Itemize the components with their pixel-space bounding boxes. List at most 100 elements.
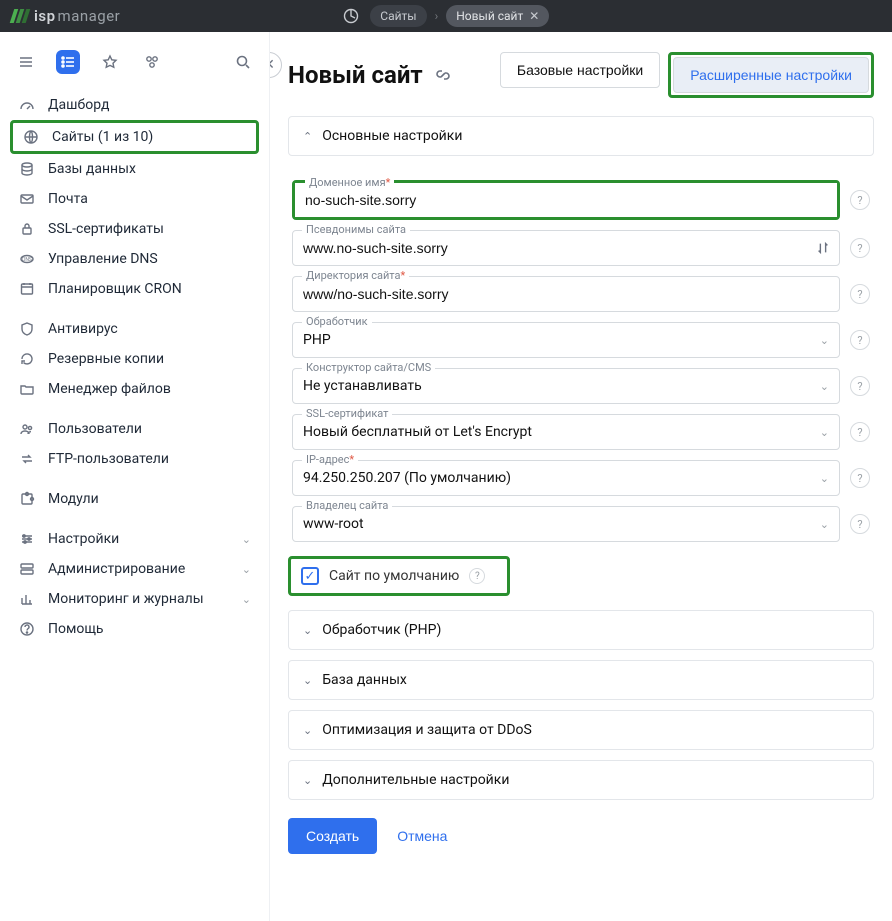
globe-icon [22,128,40,146]
sidebar-item-label: Антивирус [48,321,118,337]
lock-icon [18,220,36,238]
sidebar-item-label: Резервные копии [48,351,164,367]
sidebar-item-monitoring[interactable]: Мониторинг и журналы ⌄ [10,584,259,614]
field-owner: Владелец сайта www-root⌄ [292,506,840,542]
checkbox-default-site-row[interactable]: ✓ Сайт по умолчанию ? [301,567,485,585]
sidebar-item-label: Сайты (1 из 10) [52,129,153,145]
highlight-default-site: ✓ Сайт по умолчанию ? [288,556,510,596]
sidebar-item-dns[interactable]: DNS Управление DNS [10,244,259,274]
label-handler: Обработчик [302,315,372,328]
brand-prefix: isp [34,7,56,25]
tab-basic-settings[interactable]: Базовые настройки [500,52,660,88]
search-icon[interactable] [231,50,255,74]
panel-title: Основные настройки [322,128,462,144]
chevron-down-icon: ⌄ [820,380,829,393]
sidebar-item-ssl[interactable]: SSL-сертификаты [10,214,259,244]
help-aliases[interactable]: ? [850,238,870,258]
sidebar-item-label: Дашборд [48,97,109,113]
sidebar-item-label: Планировщик CRON [48,281,182,297]
help-handler[interactable]: ? [850,330,870,350]
list-view-icon[interactable] [56,50,80,74]
help-domain[interactable]: ? [850,190,870,210]
brand-bars-icon [12,9,28,23]
sidebar-item-label: Помощь [48,621,104,637]
close-panel-button[interactable]: ✕ [270,52,282,78]
page-header: Новый сайт Базовые настройки Расширенные… [288,52,874,98]
sidebar-item-label: Почта [48,191,88,207]
chevron-down-icon: ⌄ [820,426,829,439]
calendar-icon [18,280,36,298]
field-ip: IP-адрес* 94.250.250.207 (По умолчанию)⌄ [292,460,840,496]
users-icon [18,420,36,438]
select-ip[interactable]: 94.250.250.207 (По умолчанию)⌄ [292,460,840,496]
breadcrumb-sep: › [435,9,439,23]
brand-suffix: manager [58,7,121,25]
panel-head-handler[interactable]: ⌄ Обработчик (PHP) [289,611,873,649]
stats-icon[interactable] [340,5,362,27]
sidebar-item-cron[interactable]: Планировщик CRON [10,274,259,304]
help-ip[interactable]: ? [850,468,870,488]
panel-head-opt[interactable]: ⌄ Оптимизация и защита от DDoS [289,711,873,749]
sidebar-item-dashboard[interactable]: Дашборд [10,90,259,120]
panel-head-db[interactable]: ⌄ База данных [289,661,873,699]
folder-icon [18,380,36,398]
sidebar-item-files[interactable]: Менеджер файлов [10,374,259,404]
chevron-down-icon: ⌄ [242,533,251,546]
cancel-button[interactable]: Отмена [397,828,447,844]
label-aliases: Псевдонимы сайта [302,223,410,236]
checkbox-default-site[interactable]: ✓ [301,567,319,585]
panel-handler: ⌄ Обработчик (PHP) [288,610,874,650]
sidebar-item-ftp[interactable]: FTP-пользователи [10,444,259,474]
sidebar: Дашборд Сайты (1 из 10) Базы данных Почт… [0,32,270,921]
highlight-sites: Сайты (1 из 10) [10,120,259,154]
create-button[interactable]: Создать [288,818,377,854]
field-directory: Директория сайта* [292,276,840,312]
label-ssl: SSL-сертификат [302,407,392,420]
label-owner: Владелец сайта [302,499,392,512]
sidebar-item-users[interactable]: Пользователи [10,414,259,444]
panel-title: Оптимизация и защита от DDoS [322,722,532,738]
select-handler[interactable]: PHP⌄ [292,322,840,358]
help-cms[interactable]: ? [850,376,870,396]
svg-text:DNS: DNS [22,257,32,263]
reorder-icon[interactable] [816,241,830,255]
panel-optimization: ⌄ Оптимизация и защита от DDoS [288,710,874,750]
page-title: Новый сайт [288,61,423,89]
sidebar-item-label: Управление DNS [48,251,158,267]
close-icon[interactable]: ✕ [529,9,539,23]
breadcrumb-sites[interactable]: Сайты [370,5,426,27]
database-icon [18,160,36,178]
main-content: ✕ Новый сайт Базовые настройки Расширенн… [270,32,892,921]
sidebar-item-mail[interactable]: Почта [10,184,259,214]
apps-icon[interactable] [140,50,164,74]
help-owner[interactable]: ? [850,514,870,534]
help-default-site[interactable]: ? [469,568,485,584]
transfer-icon [18,450,36,468]
sidebar-item-admin[interactable]: Администрирование ⌄ [10,554,259,584]
chevron-up-icon: ⌃ [303,130,312,143]
menu-icon[interactable] [14,50,38,74]
breadcrumb-newsite[interactable]: Новый сайт ✕ [446,5,549,27]
chevron-down-icon: ⌄ [820,472,829,485]
sidebar-item-help[interactable]: Помощь [10,614,259,644]
star-icon[interactable] [98,50,122,74]
tab-advanced-settings[interactable]: Расширенные настройки [673,57,869,93]
sidebar-item-modules[interactable]: Модули [10,484,259,514]
gauge-icon [18,96,36,114]
help-directory[interactable]: ? [850,284,870,304]
sidebar-item-label: SSL-сертификаты [48,221,164,237]
sidebar-item-sites[interactable]: Сайты (1 из 10) [14,124,255,150]
sidebar-item-label: FTP-пользователи [48,451,169,467]
sliders-icon [18,530,36,548]
panel-head-main[interactable]: ⌃ Основные настройки [289,117,873,155]
link-icon[interactable] [435,67,451,83]
help-ssl[interactable]: ? [850,422,870,442]
refresh-icon [18,350,36,368]
sidebar-item-settings[interactable]: Настройки ⌄ [10,524,259,554]
sidebar-item-databases[interactable]: Базы данных [10,154,259,184]
sidebar-item-label: Менеджер файлов [48,381,171,397]
sidebar-item-backups[interactable]: Резервные копии [10,344,259,374]
sidebar-item-antivirus[interactable]: Антивирус [10,314,259,344]
chevron-down-icon: ⌄ [242,563,251,576]
panel-head-add[interactable]: ⌄ Дополнительные настройки [289,761,873,799]
